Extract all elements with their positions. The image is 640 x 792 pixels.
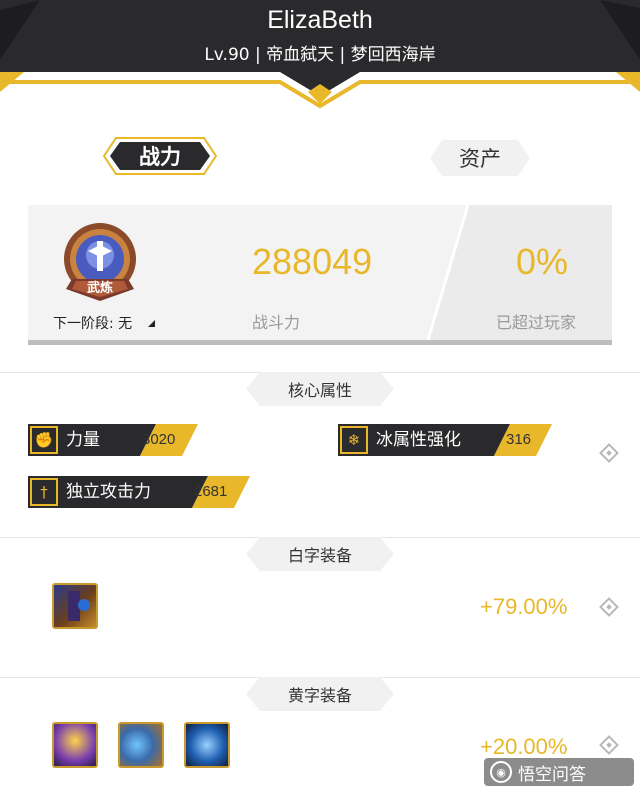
yellow-equipment-detail-icon[interactable]: [599, 735, 619, 755]
combat-power-label: 战斗力: [252, 313, 301, 332]
combat-power-card: 武炼 下一阶段: 无 288049 战斗力 0% 已超过玩家: [28, 205, 612, 345]
stat-strength-value: 3020: [142, 431, 176, 448]
combat-power-value: 288049: [252, 241, 373, 282]
next-stage-arrow-icon[interactable]: [148, 320, 155, 327]
ice-crystal-icon: ❄: [340, 426, 368, 454]
surpassed-percent-label: 已超过玩家: [496, 313, 577, 332]
player-name: ElizaBeth: [267, 6, 373, 34]
yellow-equipment-item-2-icon[interactable]: [118, 722, 164, 768]
profile-banner: ElizaBeth Lv.90 | 帝血弑天 | 梦回西海岸: [0, 0, 640, 110]
player-subtitle: Lv.90 | 帝血弑天 | 梦回西海岸: [204, 45, 436, 65]
core-attributes-title: 核心属性: [246, 372, 394, 406]
stat-strength: ✊ 力量 3020: [28, 424, 198, 456]
core-attributes-detail-icon[interactable]: [599, 443, 619, 463]
watermark-text: 悟空问答: [518, 764, 586, 785]
tab-assets[interactable]: 资产: [426, 132, 534, 184]
stat-independent-attack-value: 2681: [194, 483, 228, 500]
tab-combat-power-label: 战力: [139, 145, 181, 169]
fist-icon: ✊: [30, 426, 58, 454]
stat-independent-attack-name: 独立攻击力: [66, 482, 151, 502]
wukong-logo-icon: ◉: [490, 761, 512, 783]
white-equipment-title: 白字装备: [246, 537, 394, 571]
stat-ice-enhance: ❄ 冰属性强化 316: [338, 424, 552, 456]
rank-badge-icon: 武炼: [54, 219, 146, 311]
tab-assets-label: 资产: [459, 147, 501, 171]
tab-combat-power[interactable]: 战力: [102, 130, 218, 182]
yellow-equipment-item-1-icon[interactable]: [52, 722, 98, 768]
white-equipment-bonus: +79.00%: [480, 594, 568, 619]
wukong-qa-watermark: ◉ 悟空问答: [484, 758, 634, 786]
stat-independent-attack: † 独立攻击力 2681: [28, 476, 250, 508]
yellow-equipment-item-3-icon[interactable]: [184, 722, 230, 768]
yellow-equipment-title: 黄字装备: [246, 677, 394, 711]
stat-strength-name: 力量: [66, 430, 100, 450]
stat-ice-enhance-value: 316: [506, 431, 532, 448]
surpassed-percent-value: 0%: [516, 241, 569, 282]
next-stage-label: 下一阶段: 无: [53, 316, 133, 332]
stat-ice-enhance-name: 冰属性强化: [376, 430, 461, 450]
yellow-equipment-bonus: +20.00%: [480, 734, 568, 759]
white-equipment-item-icon[interactable]: [52, 583, 98, 629]
white-equipment-detail-icon[interactable]: [599, 597, 619, 617]
rank-badge-text: 武炼: [86, 281, 113, 296]
sword-icon: †: [30, 478, 58, 506]
